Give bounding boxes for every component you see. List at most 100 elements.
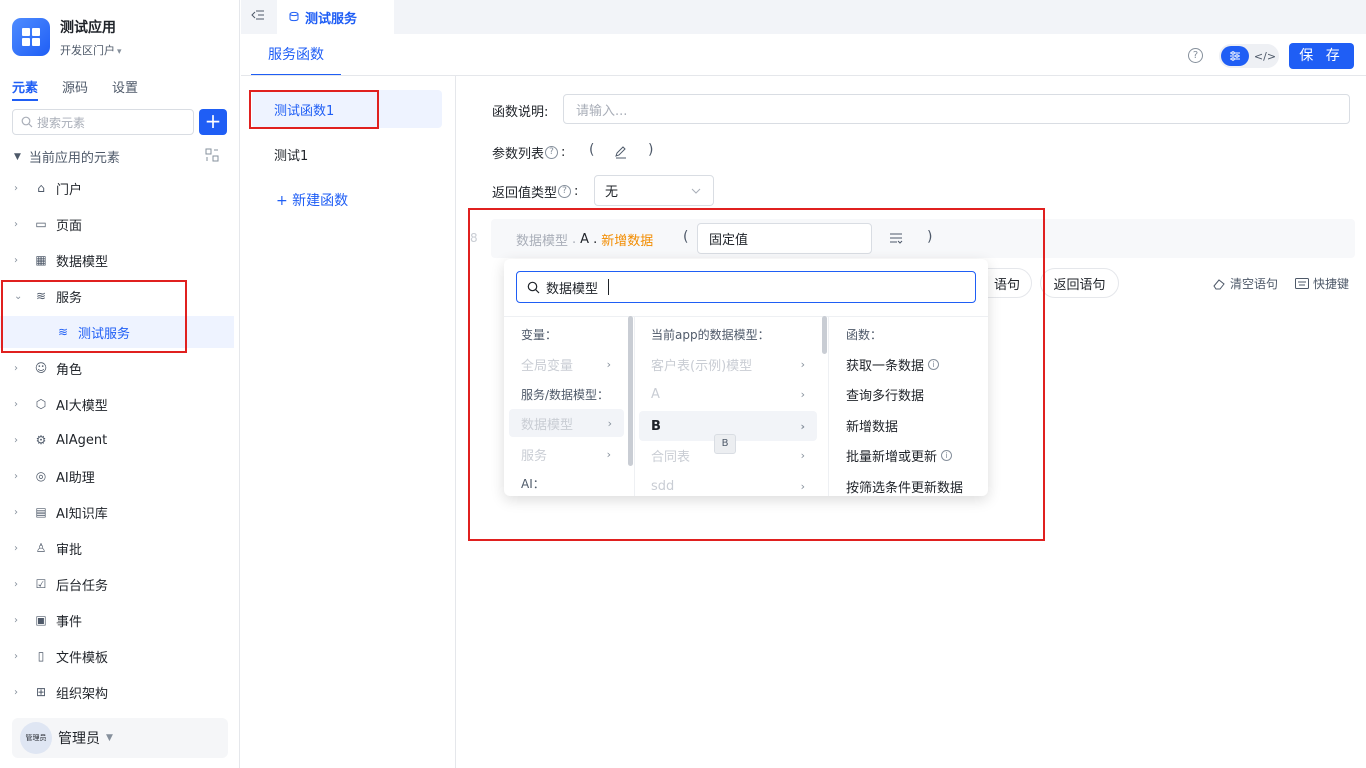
sidebar-item[interactable]: › ⌂ 门户 <box>0 172 234 204</box>
chevron-right-icon[interactable]: › <box>14 687 26 698</box>
option-label: A <box>651 386 660 402</box>
statement-label: 语句 <box>993 277 1020 293</box>
chevron-right-icon[interactable]: › <box>14 543 26 554</box>
chevron-right-icon[interactable]: › <box>14 507 26 518</box>
save-button[interactable]: 保 存 <box>1289 43 1354 69</box>
sidebar-item[interactable]: › ⊞ 组织架构 <box>0 676 234 708</box>
sidebar-item-label: 审批 <box>56 542 83 558</box>
sidebar-item[interactable]: › ☑ 后台任务 <box>0 568 234 600</box>
search-input[interactable]: 搜索元素 <box>12 109 194 135</box>
option-model[interactable]: sdd › <box>651 472 805 500</box>
add-element-button[interactable]: + <box>199 109 227 135</box>
stmt-part-model[interactable]: 数据模型 <box>516 230 568 249</box>
tab-elements[interactable]: 元素 <box>12 77 39 101</box>
new-function-button[interactable]: + 新建函数 <box>276 190 348 210</box>
code-icon[interactable]: </> <box>1253 46 1277 66</box>
clear-statement-button[interactable]: 清空语句 <box>1213 275 1278 292</box>
tab-settings[interactable]: 设置 <box>112 77 138 96</box>
option-function[interactable]: 查询多行数据 <box>846 380 924 408</box>
service-icon: ≋ <box>35 289 47 303</box>
keyboard-icon <box>1295 278 1309 289</box>
sidebar-item[interactable]: ⌄ ≋ 服务 <box>0 280 234 312</box>
dropdown-search-input[interactable]: 数据模型 <box>516 271 976 303</box>
question-icon[interactable]: ? <box>545 146 559 159</box>
sidebar-item[interactable]: › ♙ 审批 <box>0 532 234 564</box>
tab-test-service[interactable]: 测试服务 <box>277 0 394 34</box>
chevron-right-icon[interactable]: › <box>14 399 26 410</box>
option-data-model[interactable]: 数据模型 › <box>509 409 624 437</box>
option-global-vars[interactable]: 全局变量 › <box>521 350 611 378</box>
sidebar-item[interactable]: › ▯ 文件模板 <box>0 640 234 672</box>
scrollbar[interactable] <box>822 316 827 354</box>
sidebar-item[interactable]: › ▤ AI知识库 <box>0 496 234 528</box>
collapse-sidebar-icon[interactable] <box>251 9 267 23</box>
chevron-right-icon[interactable]: › <box>14 615 26 626</box>
option-label: 新增数据 <box>846 419 899 435</box>
chevron-right-icon[interactable]: › <box>14 219 26 230</box>
tab-service-functions[interactable]: 服务函数 <box>251 34 341 76</box>
tab-strip <box>241 0 1366 34</box>
view-mode-toggle[interactable]: </> <box>1219 44 1279 68</box>
user-menu[interactable]: 管理员 管理员 ▼ <box>12 718 228 758</box>
option-model[interactable]: 客户表(示例)模型 › <box>651 350 805 378</box>
help-icon[interactable]: ? <box>1188 48 1203 63</box>
sidebar-item-label: AIAgent <box>56 432 108 448</box>
option-label: 按筛选条件更新数据 <box>846 480 964 496</box>
sidebar-item[interactable]: ≋ 测试服务 <box>0 316 234 348</box>
params-colon: : <box>561 145 566 160</box>
chevron-right-icon[interactable]: › <box>14 183 26 194</box>
chevron-right-icon[interactable]: › <box>14 255 26 266</box>
tab-source[interactable]: 源码 <box>62 77 88 96</box>
option-service[interactable]: 服务 › <box>521 440 611 468</box>
sidebar-item[interactable]: › ◎ AI助理 <box>0 460 234 492</box>
option-function[interactable]: 批量新增或更新 i <box>846 441 953 469</box>
chevron-down-icon[interactable]: ⌄ <box>14 291 26 302</box>
chevron-right-icon[interactable]: › <box>14 435 26 446</box>
sidebar-item[interactable]: › ▦ 数据模型 <box>0 244 234 276</box>
chevron-right-icon: › <box>607 416 612 430</box>
sidebar-item-label: AI知识库 <box>56 506 108 522</box>
info-icon[interactable]: i <box>928 358 940 370</box>
edit-icon[interactable] <box>613 144 629 160</box>
shortcut-button[interactable]: 快捷键 <box>1295 275 1349 292</box>
chevron-right-icon[interactable]: › <box>14 471 26 482</box>
argument-input[interactable]: 固定值 <box>697 223 872 254</box>
function-item[interactable]: 测试1 <box>252 135 442 173</box>
option-label: B <box>651 418 661 434</box>
option-function[interactable]: 获取一条数据 i <box>846 350 940 378</box>
question-icon[interactable]: ? <box>558 185 572 198</box>
chevron-right-icon[interactable]: › <box>14 363 26 374</box>
sidebar-item[interactable]: › ▭ 页面 <box>0 208 234 240</box>
sidebar-item-label: 数据模型 <box>56 254 109 270</box>
sidebar-item[interactable]: › ⚙ AIAgent <box>0 424 234 456</box>
chevron-right-icon[interactable]: › <box>14 651 26 662</box>
user-name: 管理员 <box>58 731 100 747</box>
scrollbar[interactable] <box>628 316 633 466</box>
settings-sliders-icon[interactable] <box>1221 46 1249 66</box>
chevron-right-icon[interactable]: › <box>14 579 26 590</box>
info-icon[interactable]: i <box>941 449 953 461</box>
caret-down-icon: ▼ <box>14 151 21 162</box>
option-model[interactable]: A › <box>651 380 805 408</box>
stmt-part-a[interactable]: A <box>580 232 589 247</box>
statement[interactable]: 数据模型 . A . 新增数据 <box>516 230 653 249</box>
search-placeholder: 搜索元素 <box>37 115 86 130</box>
return-statement-button[interactable]: 返回语句 <box>1040 268 1119 298</box>
chevron-down-icon <box>691 188 701 194</box>
description-input[interactable]: 请输入... <box>563 94 1350 124</box>
portal-selector[interactable]: 开发区门户 ▾ <box>60 42 122 58</box>
option-function[interactable]: 新增数据 <box>846 411 898 439</box>
function-item[interactable]: 测试函数1 <box>252 90 442 128</box>
locate-icon[interactable] <box>205 148 219 162</box>
group-header-variables: 变量： <box>521 328 558 342</box>
tree-root[interactable]: ▼ 当前应用的元素 <box>14 147 120 166</box>
list-filter-icon[interactable] <box>889 232 903 244</box>
stmt-method[interactable]: 新增数据 <box>601 230 653 249</box>
return-type-select[interactable]: 无 <box>594 175 714 206</box>
option-function[interactable]: 按筛选条件更新数据 <box>846 472 963 500</box>
sidebar-item[interactable]: › ☺ 角色 <box>0 352 234 384</box>
ai-assistant-icon: ◎ <box>35 469 47 483</box>
sidebar-item[interactable]: › ▣ 事件 <box>0 604 234 636</box>
option-label: 批量新增或更新 <box>846 449 938 465</box>
sidebar-item[interactable]: › ⬡ AI大模型 <box>0 388 234 420</box>
